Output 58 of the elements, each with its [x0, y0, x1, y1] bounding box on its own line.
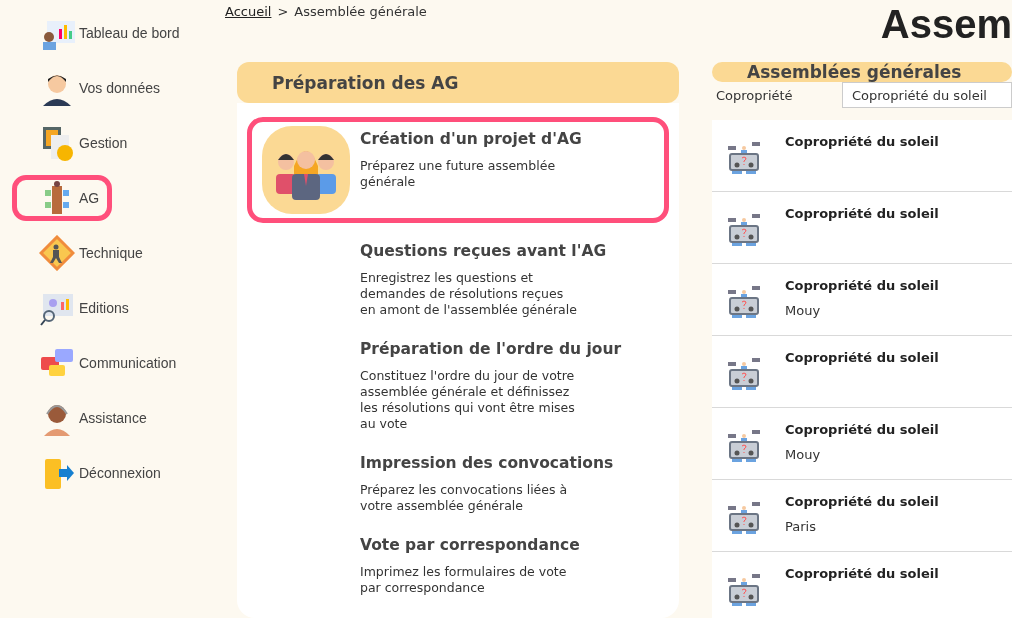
menu-icon — [39, 235, 75, 271]
meeting-table-icon — [726, 428, 762, 464]
assembly-name: Copropriété du soleil — [785, 134, 939, 149]
sidebar-item[interactable]: Tableau de bord — [12, 10, 193, 56]
card-description: Constituez l'ordre du jour de votre assemblée générale et définissez les résolutions qui vont être mises au vote — [360, 368, 576, 432]
sidebar-item[interactable]: Déconnexion — [12, 450, 174, 496]
sidebar-item[interactable]: Gestion — [12, 120, 141, 166]
panel-header: Assemblées générales — [712, 62, 1012, 82]
assembly-name: Copropriété du soleil — [785, 422, 939, 437]
assembly-name: Copropriété du soleil — [785, 206, 939, 221]
card-title: Préparation de l'ordre du jour — [360, 340, 622, 358]
action-card[interactable]: Questions reçues avant l'AG Enregistrez les questions et demandes de résolutions reçues en amont de l'assemblée générale — [247, 229, 669, 327]
team-icon — [262, 126, 350, 214]
page-title: Assem — [880, 2, 1012, 47]
sidebar-item[interactable]: AG — [12, 175, 113, 221]
meeting-table-icon — [726, 140, 762, 176]
assembly-name: Copropriété du soleil — [785, 278, 939, 293]
assembly-city: Mouy — [785, 303, 822, 318]
breadcrumb-link[interactable]: Accueil — [225, 4, 272, 19]
assembly-city: Mouy — [785, 447, 822, 462]
card-description: Enregistrez les questions et demandes de résolutions reçues en amont de l'assemblée générale — [360, 270, 578, 318]
action-card[interactable]: Préparation de l'ordre du jour Constituez l'ordre du jour de votre assemblée générale et définissez les résolutions qui vont être mises au vote — [247, 327, 669, 441]
filter-label: Copropriété — [716, 87, 794, 103]
assembly-row[interactable]: Copropriété du soleil Paris — [712, 480, 1012, 552]
sidebar-item[interactable]: Communication — [12, 340, 190, 386]
card-title: Vote par correspondance — [360, 536, 580, 554]
breadcrumb-current: Assemblée générale — [294, 4, 427, 19]
action-card[interactable]: Vote par correspondance Imprimez les formulaires de vote par correspondance — [247, 523, 669, 605]
meeting-table-icon — [726, 284, 762, 320]
assembly-name: Copropriété du soleil — [785, 350, 939, 365]
assembly-row[interactable]: Copropriété du soleil Mouy — [712, 264, 1012, 336]
sidebar-item[interactable]: Editions — [12, 285, 142, 331]
assembly-name: Copropriété du soleil — [785, 494, 939, 509]
meeting-table-icon — [726, 500, 762, 536]
meeting-table-icon — [726, 572, 762, 608]
card-title: Création d'un projet d'AG — [360, 130, 582, 148]
assembly-row[interactable]: Copropriété du soleil — [712, 336, 1012, 408]
assembly-name: Copropriété du soleil — [785, 566, 939, 581]
sidebar-item[interactable]: Vos données — [12, 65, 173, 111]
meeting-table-icon — [726, 356, 762, 392]
card-title: Questions reçues avant l'AG — [360, 242, 607, 260]
card-description: Imprimez les formulaires de vote par correspondance — [360, 564, 568, 596]
breadcrumb-separator: > — [277, 4, 289, 19]
assembly-row[interactable]: Copropriété du soleil — [712, 120, 1012, 192]
card-title: Impression des convocations — [360, 454, 614, 472]
action-card[interactable]: Impression des convocations Préparez les convocations liées à votre assemblée générale — [247, 441, 669, 523]
sidebar-item[interactable]: Technique — [12, 230, 156, 276]
assembly-row[interactable]: Copropriété du soleil — [712, 192, 1012, 264]
assembly-row[interactable]: Copropriété du soleil Mouy — [712, 408, 1012, 480]
assembly-city: Paris — [785, 519, 817, 534]
action-card[interactable]: Création d'un projet d'AG Préparez une future assemblée générale — [247, 117, 669, 223]
meeting-table-icon — [726, 212, 762, 248]
card-description: Préparez les convocations liées à votre assemblée générale — [360, 482, 569, 514]
panel-header: Préparation des AG — [237, 62, 679, 103]
assembly-row[interactable]: Copropriété du soleil — [712, 552, 1012, 618]
sidebar-item[interactable]: Assistance — [12, 395, 160, 441]
copropriete-select[interactable]: Copropriété du soleil — [842, 82, 1012, 108]
card-description: Préparez une future assemblée générale — [360, 158, 557, 190]
